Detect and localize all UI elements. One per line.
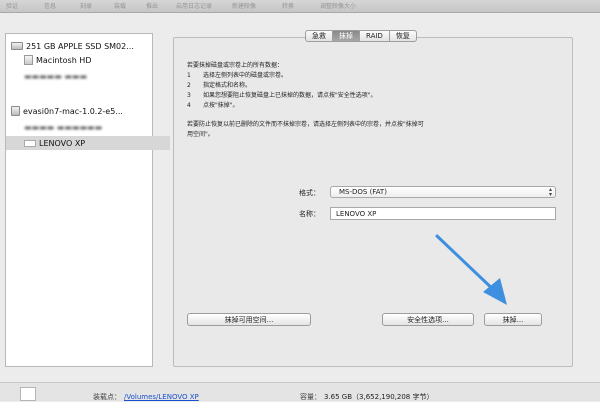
toolbar-item-resize-image[interactable]: 调整映像大小: [320, 1, 356, 10]
volume-icon: [24, 55, 33, 65]
instruction-step: 3 如果您想要阻止恢复磁盘上已抹掉的数据，请点按"安全性选项"。: [187, 90, 377, 99]
name-label: 名称：: [299, 210, 320, 218]
instruction-step: 1 选择左侧列表中的磁盘或宗卷。: [187, 70, 287, 79]
tab-erase[interactable]: 抹掉: [333, 30, 360, 42]
step-text: 选择左侧列表中的磁盘或宗卷。: [203, 72, 288, 79]
security-options-button[interactable]: 安全性选项...: [382, 313, 474, 326]
sidebar-item-label: 251 GB APPLE SSD SM02...: [26, 41, 134, 51]
sidebar-item-label: evasi0n7-mac-1.0.2-e5...: [23, 106, 123, 116]
info-bar: 装载点：/Volumes/LENOVO XP 容量： 3.65 GB（3,652,…: [0, 382, 600, 401]
instruction-step: 2 指定格式和名称。: [187, 80, 251, 89]
erase-free-space-button[interactable]: 抹掉可用空间...: [187, 313, 311, 326]
toolbar-item-mount[interactable]: 装载: [114, 1, 126, 10]
internal-disk-icon: [11, 42, 23, 50]
sidebar-item-lenovo-xp[interactable]: LENOVO XP: [6, 136, 170, 150]
sidebar-item-label: Macintosh HD: [36, 55, 92, 65]
sidebar-item-blurred[interactable]: ▬▬▬▬▬ ▬▬▬: [6, 69, 170, 83]
tab-first-aid[interactable]: 急救: [305, 30, 333, 42]
format-label: 格式：: [299, 189, 320, 197]
mount-point-info: 装载点：/Volumes/LENOVO XP: [93, 392, 199, 402]
step-text: 点按"抹掉"。: [203, 102, 239, 109]
tab-raid[interactable]: RAID: [360, 30, 390, 42]
sidebar-item-evasi0n-image[interactable]: evasi0n7-mac-1.0.2-e5...: [6, 104, 157, 118]
instructions-heading: 若要抹掉磁盘或宗卷上的所有数据：: [187, 62, 284, 69]
blurred-item-icon: ▬▬▬▬ ▬▬▬▬▬▬: [24, 122, 103, 132]
toolbar-item-new-image[interactable]: 新建映像: [232, 1, 256, 10]
toolbar-item-verify[interactable]: 验证: [6, 1, 18, 10]
sidebar-disk-list: 251 GB APPLE SSD SM02... Macintosh HD ▬▬…: [5, 33, 170, 367]
instructions-note-cont: 用空间"。: [187, 131, 214, 138]
step-text: 如果您想要阻止恢复磁盘上已抹掉的数据，请点按"安全性选项"。: [203, 92, 377, 99]
tab-restore[interactable]: 恢复: [389, 30, 417, 42]
toolbar-item-eject[interactable]: 推出: [146, 1, 158, 10]
usb-volume-icon: [24, 139, 36, 147]
sidebar-item-label: LENOVO XP: [39, 138, 86, 148]
format-value: MS-DOS (FAT): [339, 188, 387, 196]
format-select[interactable]: MS-DOS (FAT) ▴ ▾: [330, 186, 556, 198]
instruction-step: 4 点按"抹掉"。: [187, 100, 239, 109]
toolbar: 验证 信息 刻录 装载 推出 启用日志记录 新建映像 转换 调整映像大小: [0, 0, 600, 13]
tab-bar: 急救 抹掉 RAID 恢复: [305, 30, 417, 42]
blurred-item-icon: ▬▬▬▬▬ ▬▬▬: [24, 71, 88, 81]
erase-button[interactable]: 抹掉...: [484, 313, 542, 326]
name-input[interactable]: LENOVO XP: [330, 207, 556, 220]
toolbar-item-info[interactable]: 信息: [44, 1, 56, 10]
step-number: 4: [187, 102, 191, 109]
capacity-info: 容量： 3.65 GB（3,652,190,208 字节）: [300, 392, 433, 402]
toolbar-item-enable-logging[interactable]: 启用日志记录: [176, 1, 212, 10]
step-number: 3: [187, 92, 191, 99]
step-text: 指定格式和名称。: [203, 82, 252, 89]
step-number: 2: [187, 82, 191, 89]
toolbar-item-convert[interactable]: 转换: [282, 1, 294, 10]
sidebar-item-blurred[interactable]: ▬▬▬▬ ▬▬▬▬▬▬: [6, 120, 170, 134]
disk-image-icon: [11, 106, 20, 116]
step-number: 1: [187, 72, 191, 79]
toolbar-item-burn[interactable]: 刻录: [80, 1, 92, 10]
sidebar-item-apple-ssd[interactable]: 251 GB APPLE SSD SM02...: [6, 39, 157, 53]
instructions-note: 若要防止恢复以前已删除的文件而不抹掉宗卷，请选择左侧列表中的宗卷，并点按"抹掉可: [187, 121, 424, 128]
volume-icon: [20, 387, 36, 401]
updown-arrows-icon: ▴ ▾: [548, 186, 552, 198]
sidebar-item-macintosh-hd[interactable]: Macintosh HD: [6, 53, 170, 67]
